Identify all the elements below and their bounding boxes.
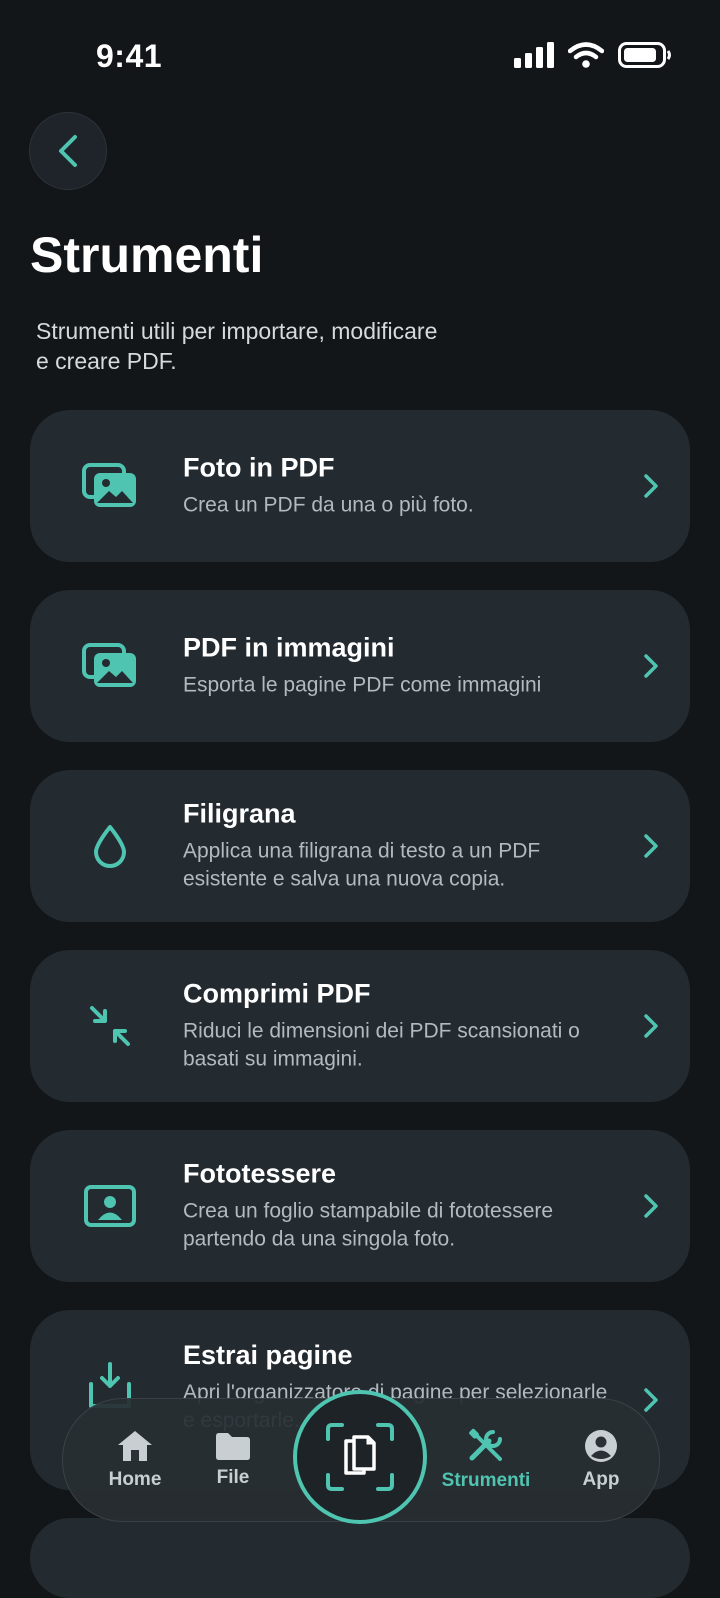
page-subtitle: Strumenti utili per importare, modificar… xyxy=(36,318,438,374)
back-button[interactable] xyxy=(29,112,107,190)
tool-title: Estrai pagine xyxy=(183,1340,353,1370)
tab-strumenti[interactable]: Strumenti xyxy=(431,1399,541,1521)
tab-label: File xyxy=(216,1467,250,1488)
signal-icon xyxy=(514,42,554,68)
droplet-icon xyxy=(80,816,140,876)
scan-button[interactable] xyxy=(293,1390,427,1524)
tool-title: Foto in PDF xyxy=(183,452,335,483)
photos-icon xyxy=(80,636,140,696)
chevron-right-icon xyxy=(644,654,658,678)
chevron-right-icon xyxy=(644,474,658,498)
tool-card-pdf-to-images[interactable]: PDF in immagini Esporta le pagine PDF co… xyxy=(30,590,690,742)
page-title: Strumenti xyxy=(30,227,264,283)
battery-icon xyxy=(618,42,671,68)
home-icon xyxy=(118,1431,152,1461)
tool-card-compress-pdf[interactable]: Comprimi PDF Riduci le dimensioni dei PD… xyxy=(30,950,690,1102)
person-icon xyxy=(585,1430,617,1462)
compress-arrows-icon xyxy=(80,996,140,1056)
tool-description: Crea un PDF da una o più foto. xyxy=(183,493,474,517)
wifi-icon xyxy=(568,42,604,68)
tool-description: Esporta le pagine PDF come immagini xyxy=(183,673,542,697)
tool-card-watermark[interactable]: Filigrana Applica una filigrana di testo… xyxy=(30,770,690,922)
photos-icon xyxy=(80,456,140,516)
tool-description: Applica una filigrana di testo a un PDF … xyxy=(183,839,541,891)
tab-label: App xyxy=(582,1469,620,1490)
tool-description: Crea un foglio stampabile di fototessere… xyxy=(183,1199,554,1251)
tool-card-photo-to-pdf[interactable]: Foto in PDF Crea un PDF da una o più fot… xyxy=(30,410,690,562)
tab-label: Strumenti xyxy=(441,1470,531,1491)
chevron-left-icon xyxy=(59,135,77,167)
tab-home[interactable]: Home xyxy=(79,1399,191,1521)
tool-title: Filigrana xyxy=(183,798,296,829)
tool-card-peek[interactable] xyxy=(30,1518,690,1598)
tool-title: Fototessere xyxy=(183,1158,337,1189)
status-bar: 9:41 xyxy=(0,0,720,110)
tab-file[interactable]: File xyxy=(181,1399,285,1521)
tab-label: Home xyxy=(108,1469,162,1490)
id-photo-icon xyxy=(80,1176,140,1236)
chevron-right-icon xyxy=(644,1014,658,1038)
folder-icon xyxy=(216,1433,250,1460)
tools-icon xyxy=(469,1428,502,1461)
scan-document-icon xyxy=(326,1423,394,1491)
chevron-right-icon xyxy=(644,1194,658,1218)
status-icons xyxy=(514,42,672,68)
tool-title: PDF in immagini xyxy=(183,632,395,663)
chevron-right-icon xyxy=(644,834,658,858)
tab-app[interactable]: App xyxy=(549,1399,653,1521)
status-time: 9:41 xyxy=(96,38,163,74)
tool-title: Comprimi PDF xyxy=(183,978,371,1009)
tool-card-id-photos[interactable]: Fototessere Crea un foglio stampabile di… xyxy=(30,1130,690,1282)
tool-description: Riduci le dimensioni dei PDF scansionati… xyxy=(183,1019,580,1071)
